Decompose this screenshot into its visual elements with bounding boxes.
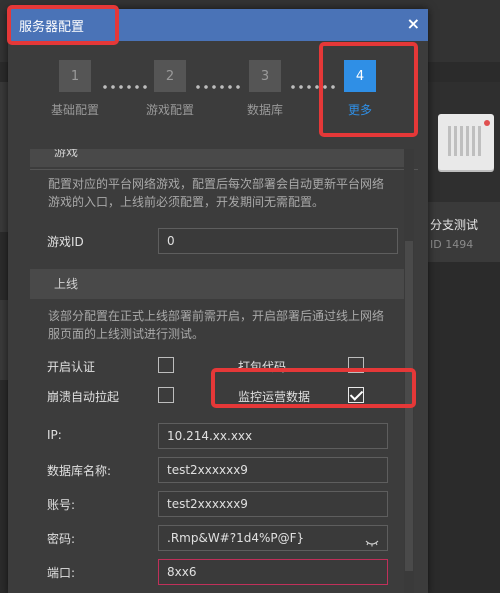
step-number: 2 (154, 60, 186, 92)
step-basic[interactable]: 1 基础配置 (35, 60, 115, 118)
account-input[interactable]: test2xxxxxx9 (158, 491, 388, 517)
dialog-header: 服务器配置 × (8, 9, 428, 41)
game-id-input[interactable]: 0 (158, 228, 398, 254)
dialog-title: 服务器配置 (19, 20, 85, 35)
step-more[interactable]: 4 更多 (320, 60, 400, 118)
game-id-label: 游戏ID (47, 235, 84, 249)
stepper: 1 基础配置 2 游戏配置 3 数据库 4 更多 (8, 41, 428, 170)
pack-code-checkbox[interactable] (348, 357, 364, 373)
password-value: .Rmp&W#?1d4%P@F} (167, 531, 305, 545)
step-label: 数据库 (246, 103, 283, 117)
monitor-data-label: 监控运营数据 (238, 390, 311, 404)
eye-closed-icon (365, 540, 379, 547)
password-label: 密码: (47, 532, 76, 546)
server-config-dialog: 服务器配置 × 1 基础配置 2 游戏配置 3 数据库 4 更多 游戏 配置对应… (8, 9, 428, 593)
pack-code-label: 打包代码 (238, 360, 287, 374)
step-number: 3 (249, 60, 281, 92)
section-online-title: 上线 (30, 269, 404, 299)
step-number: 4 (344, 60, 376, 92)
step-number: 1 (59, 60, 91, 92)
port-input[interactable]: 8xx6 (158, 559, 388, 585)
close-icon[interactable]: × (407, 14, 420, 33)
db-name-label: 数据库名称: (47, 464, 112, 478)
ip-label: IP: (47, 428, 62, 442)
check-row-2: 崩溃自动拉起 监控运营数据 (30, 381, 404, 411)
config-content: 游戏 配置对应的平台网络游戏，配置后每次部署会自动更新平台网络游戏的入口，上线前… (30, 149, 404, 593)
crash-restart-checkbox[interactable] (158, 387, 174, 403)
monitor-data-checkbox[interactable] (348, 387, 364, 403)
enable-auth-checkbox[interactable] (158, 357, 174, 373)
section-game-desc: 配置对应的平台网络游戏，配置后每次部署会自动更新平台网络游戏的入口，上线前必须配… (48, 177, 385, 209)
account-label: 账号: (47, 498, 76, 512)
background-card-title: 分支测试 (430, 218, 479, 232)
background-card-id: ID 1494 (430, 238, 474, 251)
ip-input[interactable]: 10.214.xx.xxx (158, 423, 388, 449)
ip-row: IP: 10.214.xx.xxx (30, 419, 404, 453)
eye-icon[interactable] (365, 533, 379, 557)
step-database[interactable]: 3 数据库 (225, 60, 305, 118)
server-icon (438, 114, 494, 170)
port-label: 端口: (47, 566, 76, 580)
step-label: 基础配置 (50, 103, 99, 117)
game-id-row: 游戏ID 0 (30, 219, 404, 263)
section-online-desc: 该部分配置在正式上线部署前需开启，开启部署后通过线上网络服页面的上线测试进行测试… (48, 309, 385, 341)
scrollbar-thumb[interactable] (405, 241, 413, 571)
account-row: 账号: test2xxxxxx9 (30, 487, 404, 521)
port-row: 端口: 8xx6 (30, 555, 404, 589)
step-label: 游戏配置 (145, 103, 194, 117)
section-game-title: 游戏 (30, 149, 404, 167)
step-game[interactable]: 2 游戏配置 (130, 60, 210, 118)
password-row: 密码: .Rmp&W#?1d4%P@F} (30, 521, 404, 555)
crash-restart-label: 崩溃自动拉起 (47, 390, 120, 404)
check-row-1: 开启认证 打包代码 (30, 351, 404, 381)
password-input[interactable]: .Rmp&W#?1d4%P@F} (158, 525, 388, 551)
step-label: 更多 (347, 103, 372, 117)
db-name-row: 数据库名称: test2xxxxxx9 (30, 453, 404, 487)
enable-auth-label: 开启认证 (47, 360, 96, 374)
server-image (428, 82, 500, 202)
db-name-input[interactable]: test2xxxxxx9 (158, 457, 388, 483)
